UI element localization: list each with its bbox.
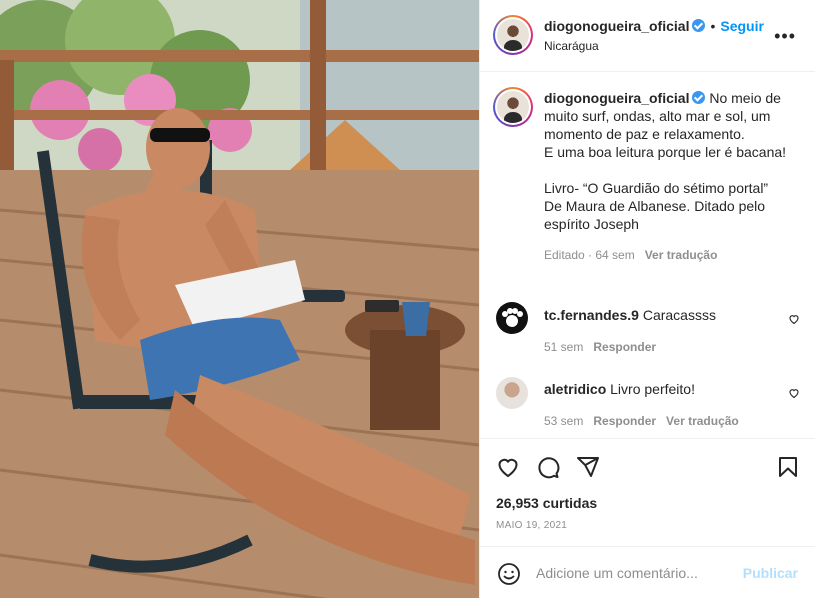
caption-text: No meio de muito surf, ondas, alto mar e… xyxy=(544,90,787,232)
caption-meta: Editado · 64 sem Ver tradução xyxy=(544,248,804,262)
publish-button[interactable]: Publicar xyxy=(743,565,798,581)
comment-meta: 53 sem Responder Ver tradução xyxy=(544,414,784,428)
comment-text: Livro perfeito! xyxy=(610,381,695,397)
author-line: diogonogueira_oficial • Seguir xyxy=(544,18,764,36)
commenter-avatar[interactable] xyxy=(496,377,528,409)
bookmark-icon[interactable] xyxy=(776,455,800,479)
paw-icon xyxy=(502,308,523,327)
post-header: diogonogueira_oficial • Seguir Nicarágua •… xyxy=(480,0,815,72)
comment-text: Caracassss xyxy=(642,307,716,323)
post-photo[interactable] xyxy=(0,0,479,598)
comment-translate-link[interactable]: Ver tradução xyxy=(666,414,739,428)
post-photo-illustration xyxy=(0,0,479,598)
post-panel: diogonogueira_oficial • Seguir Nicarágua •… xyxy=(479,0,815,598)
comment-icon[interactable] xyxy=(536,455,560,479)
more-options-icon[interactable]: ••• xyxy=(774,26,796,47)
comments-area[interactable]: diogonogueira_oficial No meio de muito s… xyxy=(480,73,815,437)
heart-icon[interactable] xyxy=(496,455,520,479)
comment-time: 53 sem xyxy=(544,414,584,428)
comment-meta: 51 sem Responder xyxy=(544,340,784,354)
emoji-icon[interactable] xyxy=(497,562,521,586)
comment-input[interactable] xyxy=(536,563,736,583)
share-icon[interactable] xyxy=(576,455,600,479)
author-avatar[interactable] xyxy=(493,15,533,55)
list-item: tc.fernandes.9 Caracassss 51 sem Responde… xyxy=(544,306,784,354)
comment-like-heart-icon[interactable] xyxy=(788,313,800,325)
commenter-avatar[interactable] xyxy=(496,302,528,334)
caption-avatar[interactable] xyxy=(493,87,533,127)
caption-translate-link[interactable]: Ver tradução xyxy=(645,248,718,262)
reply-button[interactable]: Responder xyxy=(593,340,656,354)
verified-badge-icon xyxy=(692,19,706,32)
caption-username[interactable]: diogonogueira_oficial xyxy=(544,90,689,106)
list-item: aletridico Livro perfeito! 53 sem Respond… xyxy=(544,380,784,428)
actions-bar: 26,953 curtidas MAIO 19, 2021 xyxy=(480,438,815,546)
caption: diogonogueira_oficial No meio de muito s… xyxy=(544,89,804,262)
comment-like-heart-icon[interactable] xyxy=(788,387,800,399)
separator-dot: • xyxy=(710,18,716,34)
caption-body: diogonogueira_oficial No meio de muito s… xyxy=(544,89,804,233)
comment-body: aletridico Livro perfeito! xyxy=(544,380,784,398)
verified-badge-icon xyxy=(692,91,706,104)
caption-edited-time: Editado · 64 sem xyxy=(544,248,635,262)
comment-username[interactable]: tc.fernandes.9 xyxy=(544,307,639,323)
comment-username[interactable]: aletridico xyxy=(544,381,606,397)
post-location[interactable]: Nicarágua xyxy=(544,39,599,53)
comment-composer: Publicar xyxy=(480,546,815,598)
comment-time: 51 sem xyxy=(544,340,584,354)
comment-body: tc.fernandes.9 Caracassss xyxy=(544,306,784,324)
post-date: MAIO 19, 2021 xyxy=(496,520,568,531)
likes-count[interactable]: 26,953 curtidas xyxy=(496,495,597,511)
author-username[interactable]: diogonogueira_oficial xyxy=(544,18,689,34)
follow-button[interactable]: Seguir xyxy=(720,18,764,34)
reply-button[interactable]: Responder xyxy=(593,414,656,428)
